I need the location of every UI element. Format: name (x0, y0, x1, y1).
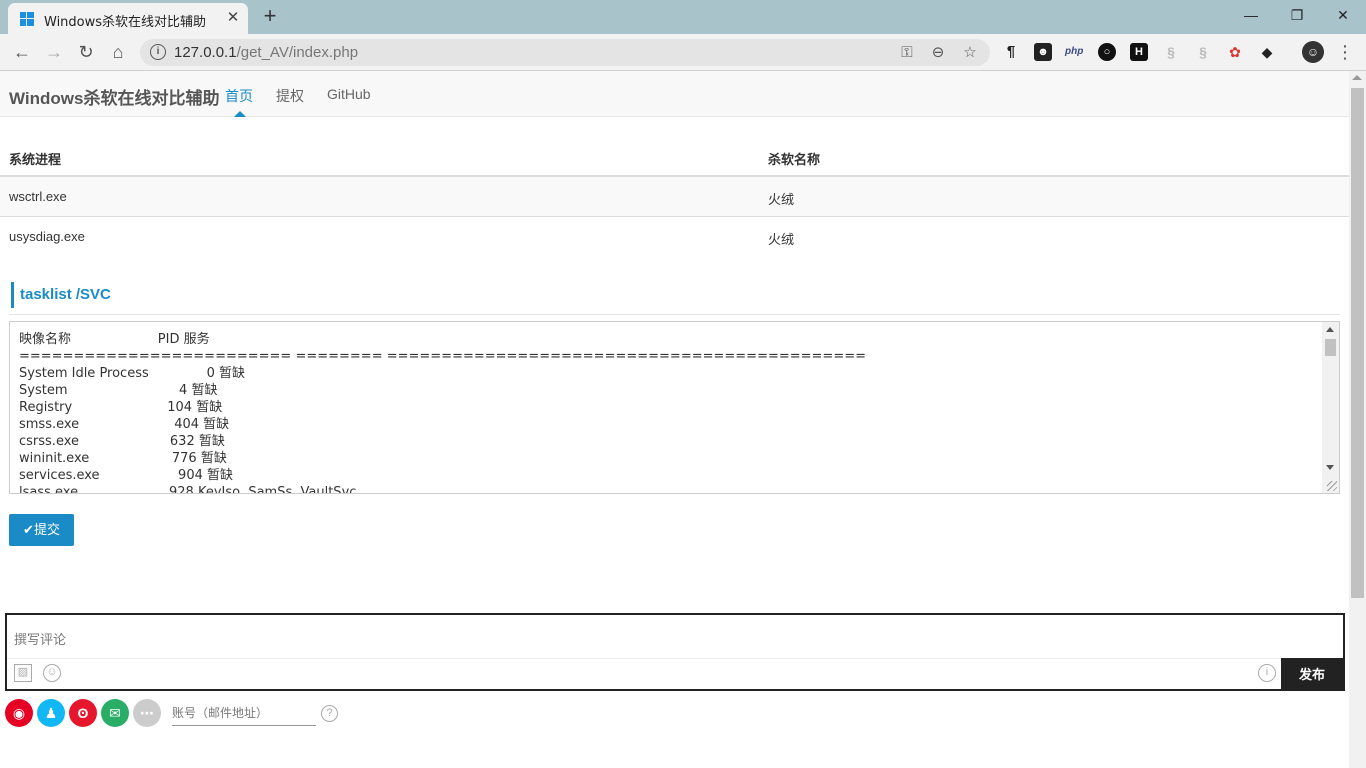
tab-title: Windows杀软在线对比辅助 (44, 15, 207, 30)
window-close-button[interactable]: ✕ (1320, 0, 1366, 30)
scroll-down-arrow-icon[interactable] (1326, 465, 1334, 470)
restore-button[interactable]: ❐ (1274, 0, 1320, 30)
tab-close-icon[interactable]: ✕ (224, 9, 242, 27)
section-divider (9, 314, 1340, 315)
bookmark-star-icon[interactable]: ☆ (960, 43, 980, 63)
colorful-extension-icon[interactable]: ✿ (1226, 43, 1244, 61)
home-icon[interactable]: ⌂ (105, 40, 131, 64)
tasklist-line: wininit.exe 776 暂缺 (19, 451, 227, 466)
forward-arrow-icon[interactable]: → (41, 40, 67, 64)
minimize-button[interactable]: — (1228, 0, 1274, 30)
reload-icon[interactable]: ↻ (73, 40, 99, 64)
weibo-login-icon[interactable]: ʘ (69, 699, 97, 727)
process-cell: usysdiag.exe (9, 229, 85, 244)
table-row: wsctrl.exe 火绒 (0, 177, 1349, 217)
header-process: 系统进程 (9, 152, 62, 167)
emoji-icon[interactable]: ☺ (43, 664, 61, 682)
av-result-table: 系统进程 杀软名称 wsctrl.exe 火绒 usysdiag.exe 火绒 (0, 137, 1349, 257)
tasklist-line: System 4 暂缺 (19, 383, 218, 398)
grey-s2-extension-icon[interactable]: § (1194, 43, 1212, 61)
comment-toolbar: ▨ ☺ i (7, 658, 1283, 689)
browser-toolbar: ← → ↻ ⌂ i 127.0.0.1/get_AV/index.php ⚿ ⊖… (0, 34, 1366, 71)
page-viewport: Windows杀软在线对比辅助 首页 提权 GitHub 系统进程 杀软名称 w… (0, 71, 1366, 768)
page-scroll-thumb[interactable] (1351, 88, 1364, 598)
pilcrow-extension-icon[interactable]: ¶ (1002, 43, 1020, 61)
url-host: 127.0.0.1 (174, 44, 237, 61)
header-av-name: 杀软名称 (768, 152, 821, 167)
browser-tab[interactable]: Windows杀软在线对比辅助 ✕ (8, 3, 248, 34)
help-icon[interactable]: ? (321, 705, 338, 722)
more-login-icon[interactable]: ⋯ (133, 699, 161, 727)
nav-privilege[interactable]: 提权 (276, 86, 304, 106)
qq-login-icon[interactable]: ♟ (37, 699, 65, 727)
profile-avatar[interactable]: ☺ (1302, 41, 1324, 63)
back-arrow-icon[interactable]: ← (9, 40, 35, 64)
circle-extension-icon[interactable]: ○ (1098, 43, 1116, 61)
tasklist-line: smss.exe 404 暂缺 (19, 417, 230, 432)
av-name-cell: 火绒 (768, 232, 795, 247)
wechat-login-icon[interactable]: ✉ (101, 699, 129, 727)
site-info-icon[interactable]: i (150, 44, 166, 60)
account-email-input[interactable]: 账号（邮件地址） (172, 704, 316, 726)
tasklist-textarea[interactable]: 映像名称 PID 服务 ========================= ===… (9, 321, 1340, 494)
image-upload-icon[interactable]: ▨ (14, 664, 32, 682)
scroll-up-arrow-icon[interactable] (1326, 327, 1334, 332)
textarea-scrollbar[interactable] (1322, 322, 1339, 493)
scroll-thumb[interactable] (1325, 339, 1336, 356)
submit-button[interactable]: ✔提交 (9, 514, 74, 546)
nav-home[interactable]: 首页 (225, 86, 253, 106)
tasklist-line: Registry 104 暂缺 (19, 400, 223, 415)
tasklist-content: 映像名称 PID 服务 ========================= ===… (19, 331, 866, 494)
netease-login-icon[interactable]: ◉ (5, 699, 33, 727)
info-icon[interactable]: i (1258, 664, 1276, 682)
key-icon[interactable]: ⚿ (897, 43, 917, 63)
section-title: tasklist /SVC (11, 282, 111, 308)
site-navbar: Windows杀软在线对比辅助 首页 提权 GitHub (0, 71, 1349, 117)
page-scroll-up-icon[interactable] (1352, 75, 1362, 80)
site-brand[interactable]: Windows杀软在线对比辅助 (9, 84, 219, 109)
process-cell: wsctrl.exe (9, 189, 67, 204)
grey-s-extension-icon[interactable]: § (1162, 43, 1180, 61)
zoom-icon[interactable]: ⊖ (928, 43, 948, 63)
tasklist-line: services.exe 904 暂缺 (19, 468, 233, 483)
nav-github[interactable]: GitHub (327, 86, 371, 102)
tasklist-line: lsass.exe 928 KeyIso, SamSs, VaultSvc (19, 485, 357, 494)
h-extension-icon[interactable]: H (1130, 43, 1148, 61)
table-row: usysdiag.exe 火绒 (0, 217, 1349, 257)
tasklist-line: 映像名称 PID 服务 (19, 332, 210, 347)
new-tab-button[interactable]: + (258, 4, 282, 28)
active-nav-indicator (234, 111, 246, 117)
url-text: 127.0.0.1/get_AV/index.php (174, 44, 358, 61)
comment-box: 撰写评论 ▨ ☺ i 发布 (5, 613, 1345, 691)
diamond-extension-icon[interactable]: ◆ (1258, 43, 1276, 61)
page-scrollbar[interactable] (1349, 71, 1366, 768)
publish-button[interactable]: 发布 (1281, 658, 1343, 691)
mask-extension-icon[interactable]: ☻ (1034, 43, 1052, 61)
browser-tab-bar: Windows杀软在线对比辅助 ✕ + — ❐ ✕ (0, 0, 1366, 34)
browser-menu-icon[interactable]: ⋮ (1336, 42, 1354, 62)
php-extension-icon[interactable]: php (1065, 43, 1083, 61)
url-path: /get_AV/index.php (236, 44, 359, 61)
av-name-cell: 火绒 (768, 192, 795, 207)
comment-input[interactable]: 撰写评论 (14, 629, 66, 648)
address-bar[interactable]: i 127.0.0.1/get_AV/index.php ⚿ ⊖ ☆ (140, 39, 990, 66)
table-header: 系统进程 杀软名称 (0, 137, 1349, 177)
tasklist-line: ========================= ======== =====… (19, 349, 866, 364)
windows-logo-icon (20, 12, 34, 26)
resize-grip-icon[interactable] (1327, 481, 1337, 491)
tasklist-line: csrss.exe 632 暂缺 (19, 434, 225, 449)
tasklist-line: System Idle Process 0 暂缺 (19, 366, 246, 381)
